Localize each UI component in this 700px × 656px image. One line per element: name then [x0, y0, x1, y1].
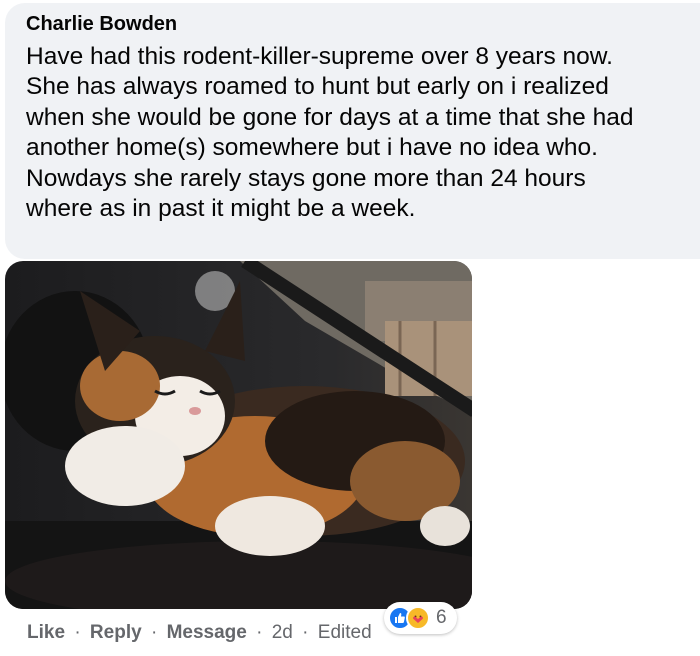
reactions-summary[interactable]: 6	[384, 602, 457, 634]
comment-timestamp[interactable]: 2d	[272, 622, 293, 643]
reaction-count: 6	[436, 607, 447, 628]
comment-bubble: Charlie Bowden Have had this rodent-kill…	[5, 3, 700, 259]
message-action[interactable]: Message	[167, 622, 247, 643]
separator: ·	[302, 622, 309, 643]
separator: ·	[74, 622, 81, 643]
separator: ·	[150, 622, 158, 643]
comment-photo[interactable]	[5, 261, 472, 609]
comment-actions: Like · Reply · Message · 2d · Edited	[27, 621, 372, 645]
care-icon	[406, 606, 430, 630]
comment-author[interactable]: Charlie Bowden	[26, 11, 700, 37]
comment-text: Have had this rodent-killer-supreme over…	[26, 43, 634, 223]
calico-cat-photo	[5, 261, 472, 609]
edited-label[interactable]: Edited	[318, 622, 372, 643]
like-action[interactable]: Like	[27, 622, 65, 643]
reply-action[interactable]: Reply	[90, 622, 142, 643]
separator: ·	[256, 622, 263, 643]
